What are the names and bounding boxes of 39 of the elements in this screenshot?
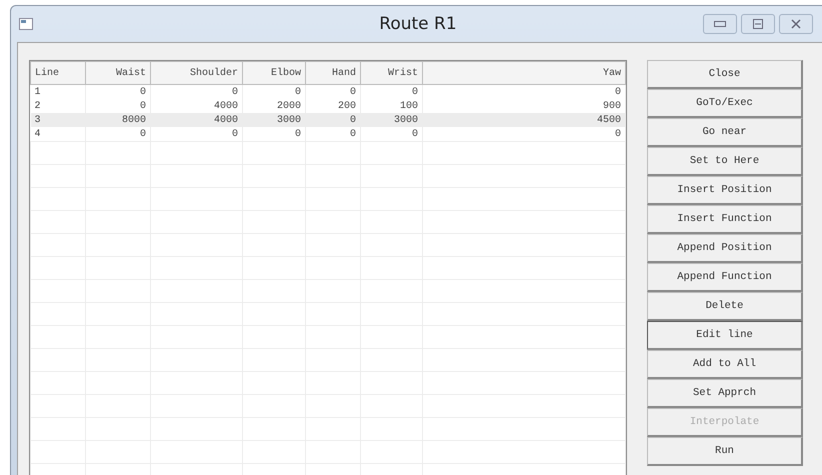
table-row[interactable]: 4 0 0 0 0 0 0 bbox=[30, 127, 626, 142]
action-button[interactable]: Run bbox=[647, 437, 803, 466]
action-button[interactable]: Append Position bbox=[647, 234, 803, 263]
table-cell: 0 bbox=[306, 127, 360, 142]
close-button[interactable] bbox=[779, 14, 813, 34]
table-row[interactable]: 1 0 0 0 0 0 0 bbox=[30, 84, 626, 99]
action-button[interactable]: Close bbox=[647, 60, 803, 89]
table-cell: 0 bbox=[150, 127, 242, 142]
minimize-button[interactable] bbox=[703, 14, 737, 34]
action-button[interactable]: Append Function bbox=[647, 263, 803, 292]
action-button[interactable]: Insert Function bbox=[647, 205, 803, 234]
action-button[interactable]: Add to All bbox=[647, 350, 803, 379]
action-button[interactable]: Delete bbox=[647, 292, 803, 321]
action-button[interactable]: GoTo/Exec bbox=[647, 89, 803, 118]
minimize-icon bbox=[714, 21, 726, 27]
table-cell: 0 bbox=[86, 127, 150, 142]
action-button[interactable]: Edit line bbox=[647, 321, 803, 350]
maximize-icon bbox=[753, 19, 763, 29]
column-header[interactable]: Shoulder bbox=[150, 62, 242, 84]
close-icon bbox=[791, 19, 801, 29]
table-cell: 4 bbox=[30, 127, 86, 142]
action-button[interactable]: Set Apprch bbox=[647, 379, 803, 408]
table-cell: 0 bbox=[422, 127, 626, 142]
column-header[interactable]: Wrist bbox=[360, 62, 422, 84]
column-header[interactable]: Elbow bbox=[242, 62, 306, 84]
maximize-button[interactable] bbox=[741, 14, 775, 34]
column-header[interactable]: Hand bbox=[306, 62, 360, 84]
column-header[interactable]: Yaw bbox=[422, 62, 626, 84]
action-button[interactable]: Insert Position bbox=[647, 176, 803, 205]
app-icon bbox=[19, 18, 33, 30]
table-row[interactable]: 3 8000 4000 3000 0 3000 4500 bbox=[30, 113, 626, 127]
window-title: Route R1 bbox=[378, 14, 458, 34]
column-header[interactable]: Line bbox=[30, 62, 86, 84]
table-row[interactable]: 2 0 4000 2000 200 100 900 bbox=[30, 99, 626, 113]
column-header[interactable]: Waist bbox=[86, 62, 150, 84]
table-cell: 0 bbox=[360, 127, 422, 142]
action-button[interactable]: Set to Here bbox=[647, 147, 803, 176]
table-cell: 0 bbox=[242, 127, 306, 142]
action-button[interactable]: Go near bbox=[647, 118, 803, 147]
